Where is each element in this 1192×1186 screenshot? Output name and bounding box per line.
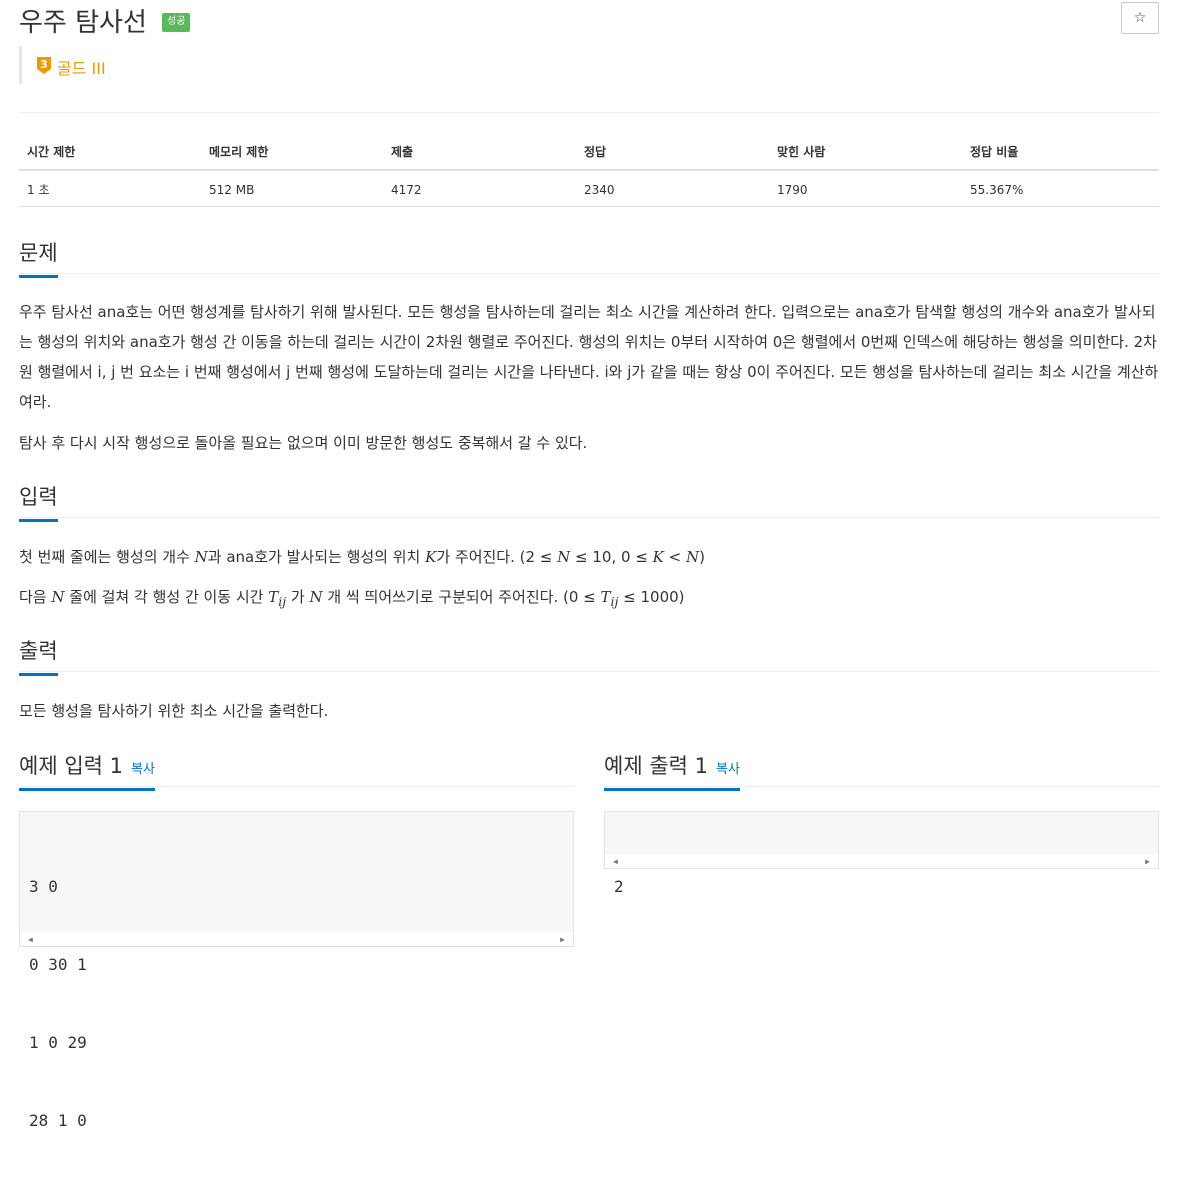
input-line-2: 다음 N 줄에 걸쳐 각 행성 간 이동 시간 Tij 가 N 개 씩 띄어쓰기… [19, 588, 685, 609]
scroll-right-icon[interactable]: ▶ [560, 935, 565, 944]
description-heading: 문제 [19, 237, 58, 278]
input-line-1: 첫 번째 줄에는 행성의 개수 N과 ana호가 발사되는 행성의 위치 K가 … [19, 548, 705, 566]
divider [19, 112, 1159, 113]
column-header: 맞힌 사람 [769, 133, 962, 171]
input-heading: 입력 [19, 481, 58, 522]
accept-rate-cell: 55.367% [962, 170, 1159, 207]
output-section-header: 출력 [19, 635, 1159, 676]
description-section-header: 문제 [19, 237, 1159, 278]
copy-sample-input-button[interactable]: 복사 [131, 762, 155, 777]
title-row: 우주 탐사선 성공 ☆ [19, 0, 1159, 40]
tier-row: 3 골드 III [19, 46, 219, 84]
table-header-row: 시간 제한 메모리 제한 제출 정답 맞힌 사람 정답 비율 [19, 133, 1159, 171]
star-button[interactable]: ☆ [1121, 2, 1159, 34]
accepted-cell: 2340 [576, 170, 769, 207]
sample-output-box[interactable]: 2 ◀ ▶ [604, 811, 1159, 896]
horizontal-scrollbar[interactable]: ◀ ▶ [605, 854, 1158, 868]
output-description: 모든 행성을 탐사하기 위한 최소 시간을 출력한다. [19, 702, 329, 720]
code-line: 2 [614, 877, 624, 896]
horizontal-scrollbar[interactable]: ◀ ▶ [20, 932, 573, 946]
status-badge: 성공 [162, 13, 191, 32]
scroll-right-icon[interactable]: ▶ [1145, 857, 1150, 866]
code-line: 1 0 29 [29, 1033, 87, 1052]
column-header: 정답 비율 [962, 133, 1159, 171]
sample-input-heading: 예제 입력 1 복사 [19, 750, 155, 791]
solvers-cell: 1790 [769, 170, 962, 207]
scroll-left-icon[interactable]: ◀ [28, 935, 33, 944]
time-limit-cell: 1 초 [19, 170, 201, 207]
code-line: 3 0 [29, 877, 58, 896]
column-header: 시간 제한 [19, 133, 201, 171]
column-header: 정답 [576, 133, 769, 171]
table-row: 1 초 512 MB 4172 2340 1790 55.367% [19, 170, 1159, 207]
sample-input-header: 예제 입력 1 복사 [19, 750, 574, 791]
submissions-cell: 4172 [383, 170, 576, 207]
copy-sample-output-button[interactable]: 복사 [716, 762, 740, 777]
input-section-header: 입력 [19, 481, 1159, 522]
sample-output-header: 예제 출력 1 복사 [604, 750, 1159, 791]
star-icon: ☆ [1133, 10, 1147, 26]
code-line: 0 30 1 [29, 955, 87, 974]
tier-label-link[interactable]: 골드 III [57, 55, 106, 79]
tier-number: 3 [40, 58, 48, 71]
output-heading: 출력 [19, 635, 58, 676]
column-header: 제출 [383, 133, 576, 171]
gold-tier-icon: 3 [37, 57, 51, 74]
column-header: 메모리 제한 [201, 133, 383, 171]
memory-limit-cell: 512 MB [201, 170, 383, 207]
code-line: 28 1 0 [29, 1111, 87, 1130]
scroll-left-icon[interactable]: ◀ [613, 857, 618, 866]
description-paragraph-2: 탐사 후 다시 시작 행성으로 돌아올 필요는 없으며 이미 방문한 행성도 중… [19, 434, 588, 452]
sample-output-heading: 예제 출력 1 복사 [604, 750, 740, 791]
problem-title: 우주 탐사선 [19, 8, 147, 38]
problem-info-table: 시간 제한 메모리 제한 제출 정답 맞힌 사람 정답 비율 1 초 512 M… [19, 133, 1159, 207]
description-paragraph: 우주 탐사선 ana호는 어떤 행성계를 탐사하기 위해 발사된다. 모든 행성… [19, 303, 1159, 411]
sample-input-box[interactable]: 3 0 0 30 1 1 0 29 28 1 0 ◀ ▶ [19, 811, 574, 1130]
